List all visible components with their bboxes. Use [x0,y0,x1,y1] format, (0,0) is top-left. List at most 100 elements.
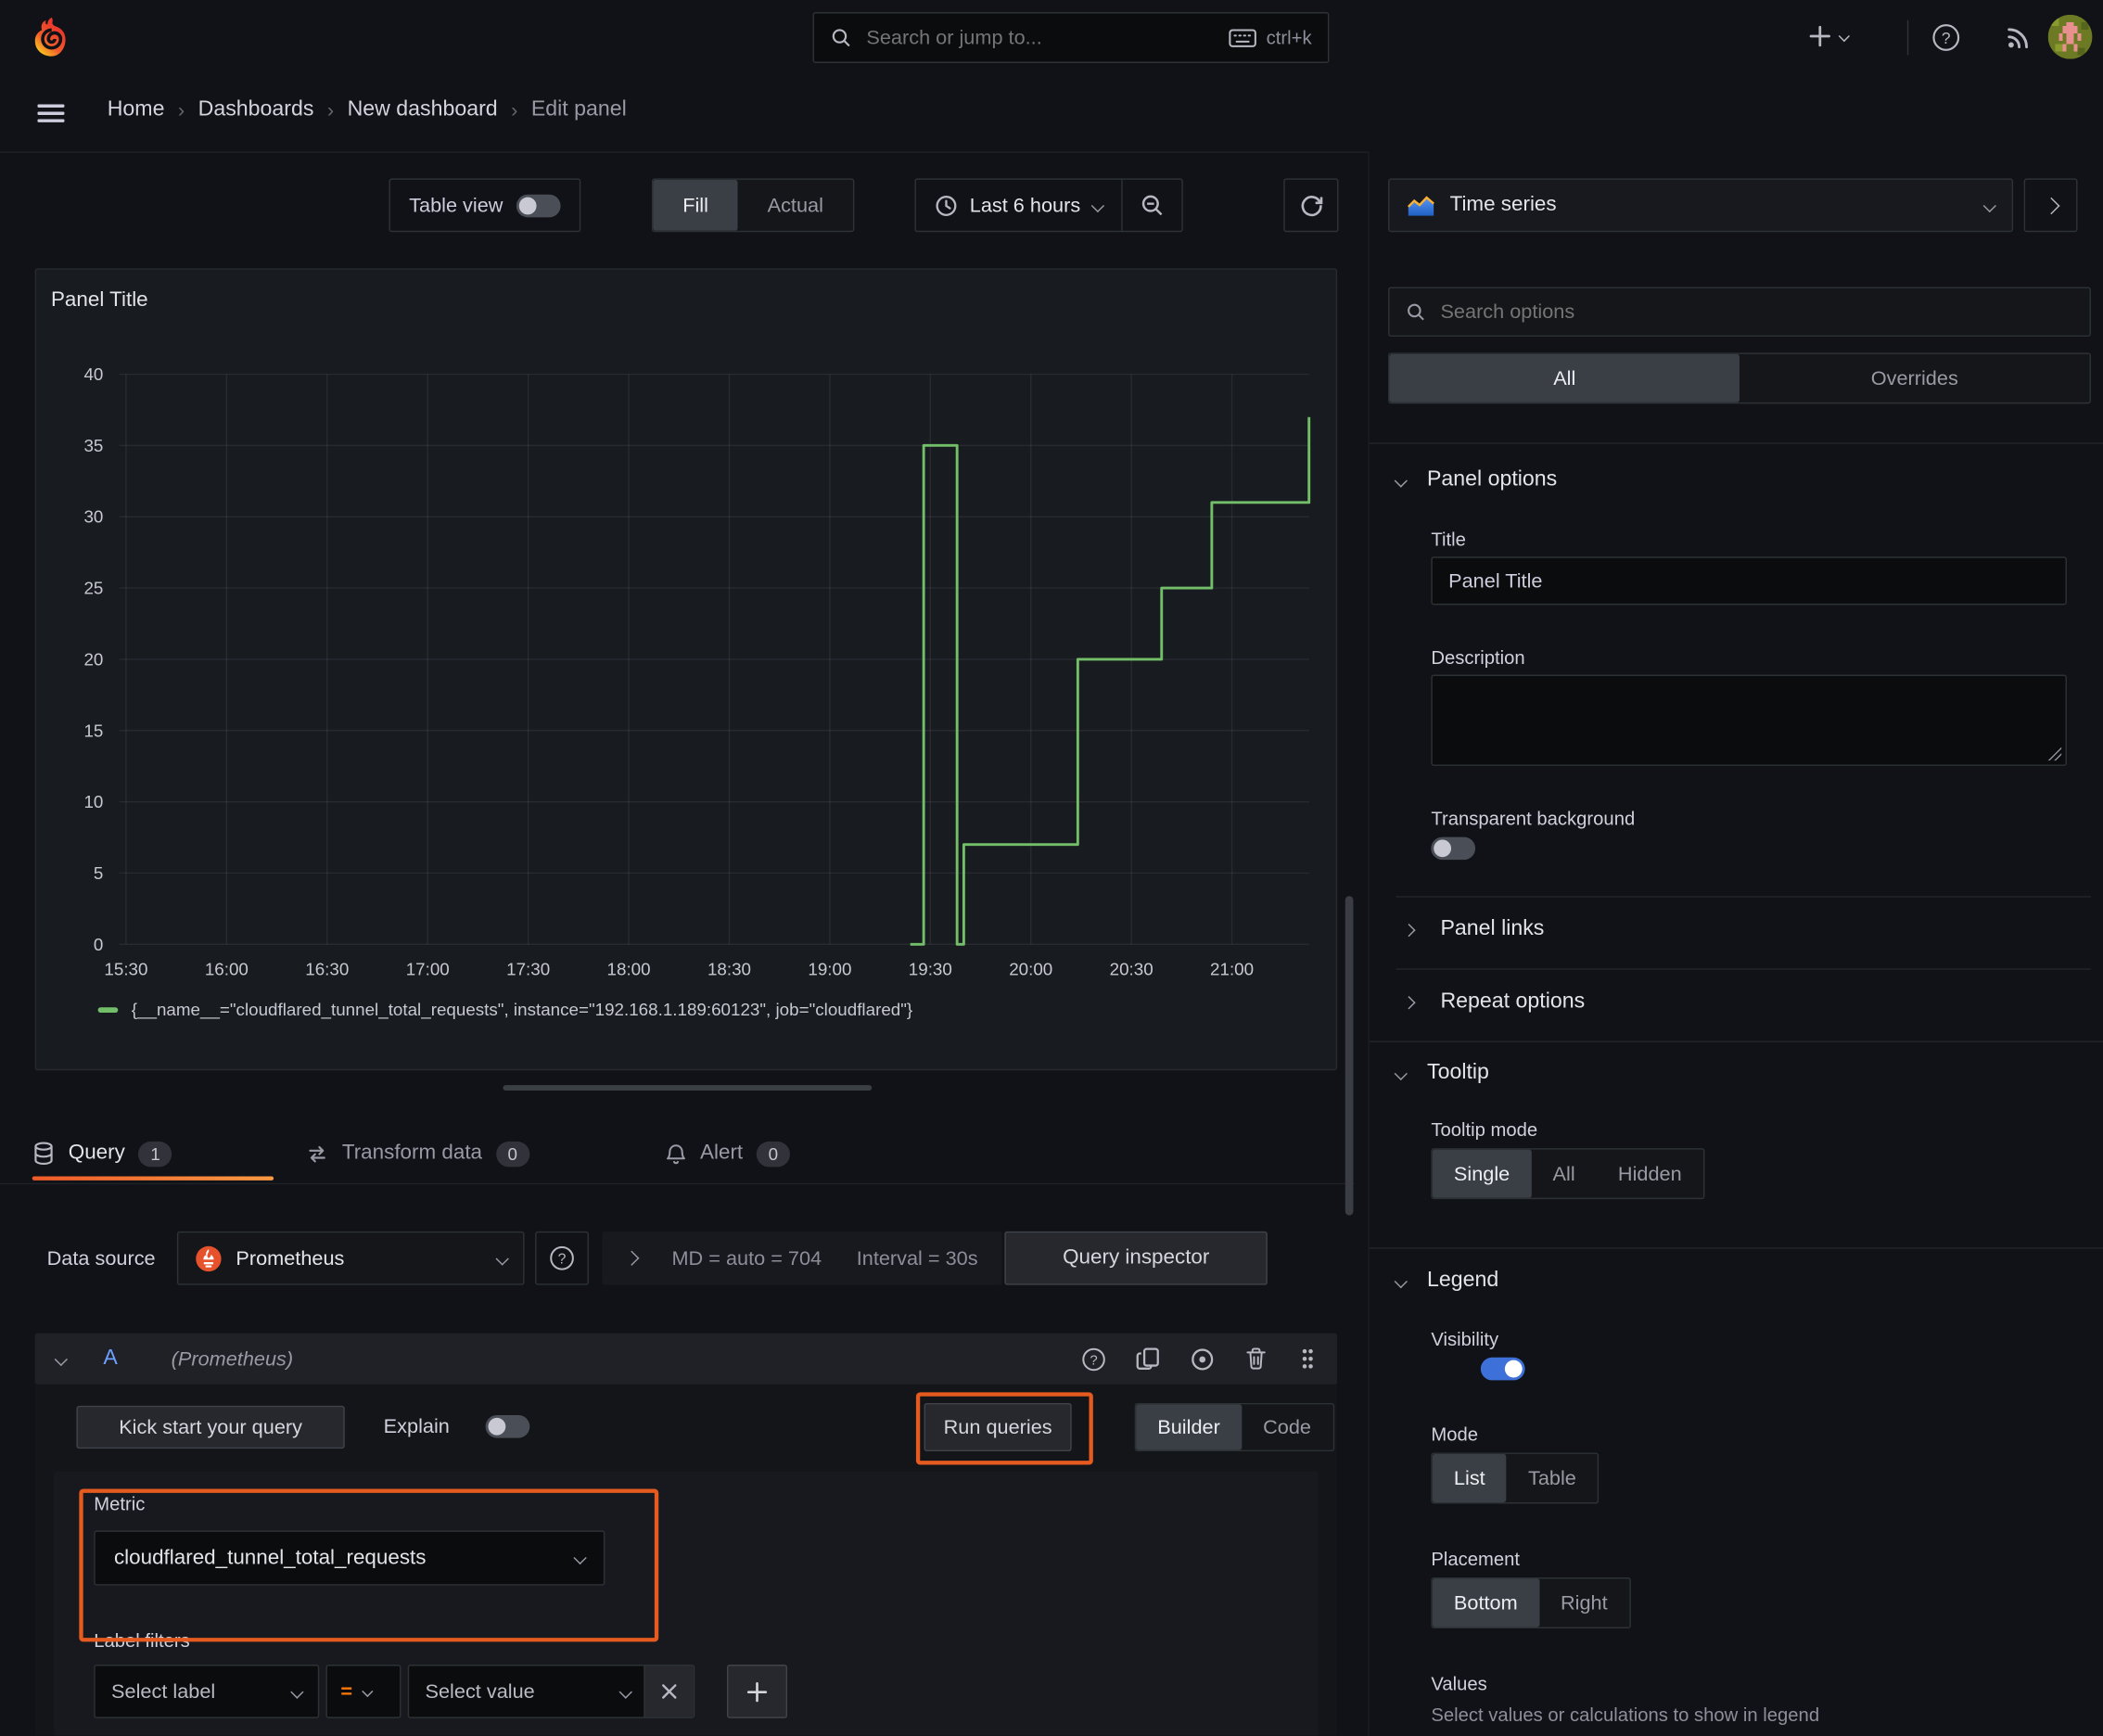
placement-right[interactable]: Right [1539,1578,1629,1627]
panel-title-input[interactable] [1431,556,2067,606]
tooltip-mode-all[interactable]: All [1531,1150,1596,1198]
global-search-input[interactable] [863,24,1230,51]
news-icon[interactable] [2005,24,2032,51]
table-view-toggle[interactable] [516,194,561,217]
y-tick-label: 25 [83,579,103,598]
query-inspector-button[interactable]: Query inspector [1004,1231,1268,1285]
y-tick-label: 0 [94,935,103,954]
user-avatar[interactable] [2047,14,2093,59]
legend-mode-switch: List Table [1431,1452,1600,1504]
panel-links-header[interactable]: Panel links [1402,917,1544,941]
table-view-control[interactable]: Table view [389,178,581,233]
breadcrumb-new-dashboard[interactable]: New dashboard [348,98,498,122]
transparent-background-label: Transparent background [1431,807,1636,829]
kickstart-query-button[interactable]: Kick start your query [76,1405,345,1449]
eye-icon[interactable] [1190,1346,1215,1371]
resize-drag-handle[interactable] [503,1085,873,1091]
explain-toggle[interactable] [485,1414,530,1438]
x-tick-label: 16:30 [305,960,349,979]
timeseries-icon [1407,194,1434,217]
placement-bottom[interactable]: Bottom [1432,1578,1539,1628]
fill-actual-switch: Fill Actual [651,178,855,233]
description-textarea[interactable] [1431,674,2067,766]
collapse-pane-button[interactable] [2023,178,2078,233]
timeseries-chart[interactable]: 0 5 10 15 20 25 30 35 40 15:30 16:00 16:30 17:00 17:3… [55,337,1322,994]
legend-header[interactable]: Legend [1394,1269,1498,1293]
tab-transform[interactable]: Transform data 0 [306,1130,529,1178]
y-tick-label: 5 [94,863,103,883]
select-value-dropdown[interactable]: Select value [407,1665,695,1718]
visualization-picker[interactable]: Time series [1388,178,2014,233]
top-nav-bar: ctrl+k ? [0,0,2103,77]
tab-overrides[interactable]: Overrides [1740,354,2090,402]
transparent-background-toggle[interactable] [1431,836,1476,861]
legend-mode-list[interactable]: List [1432,1453,1507,1502]
refresh-button[interactable] [1283,178,1339,233]
svg-text:?: ? [1090,1352,1097,1368]
chevron-down-icon [1394,473,1408,487]
operator-dropdown[interactable]: = [325,1665,401,1718]
repeat-options-header[interactable]: Repeat options [1402,989,1585,1014]
y-tick-label: 30 [83,507,103,527]
x-tick-label: 15:30 [104,960,147,979]
grafana-logo-icon[interactable] [30,15,74,59]
tab-transform-count: 0 [495,1141,529,1167]
textarea-resize-handle[interactable] [2047,747,2062,761]
help-icon[interactable]: ? [1931,23,1961,53]
options-search-box[interactable] [1388,287,2091,338]
time-range-button[interactable]: Last 6 hours [916,180,1121,231]
menu-icon[interactable] [37,103,65,123]
tooltip-header[interactable]: Tooltip [1394,1061,1489,1085]
breadcrumb-dashboards[interactable]: Dashboards [198,98,314,122]
visibility-toggle[interactable] [1481,1357,1526,1381]
x-tick-label: 19:00 [808,960,851,979]
collapse-query-icon[interactable] [54,1352,68,1366]
datasource-help-button[interactable]: ? [534,1231,589,1285]
options-search-input[interactable] [1437,299,2074,326]
legend-mode-table[interactable]: Table [1507,1454,1598,1502]
query-row-header[interactable]: A (Prometheus) ? [34,1333,1338,1385]
database-icon [32,1142,56,1166]
actual-option[interactable]: Actual [738,180,853,231]
legend-series-swatch[interactable] [97,1006,119,1013]
add-new-button[interactable] [1808,24,1850,48]
legend-series-label[interactable]: {__name__="cloudflared_tunnel_total_requ… [132,1000,912,1020]
chart-legend[interactable]: {__name__="cloudflared_tunnel_total_requ… [97,1000,913,1020]
metric-select[interactable]: cloudflared_tunnel_total_requests [94,1530,605,1586]
select-label-placeholder: Select label [111,1679,216,1704]
tab-query[interactable]: Query 1 [32,1130,172,1178]
main-scrollbar-thumb[interactable] [1345,896,1354,1216]
select-label-dropdown[interactable]: Select label [94,1665,320,1718]
add-filter-button[interactable] [726,1665,788,1718]
tab-alert[interactable]: Alert 0 [665,1130,791,1178]
values-label: Values [1431,1672,1487,1694]
table-view-label: Table view [409,194,503,217]
visibility-label: Visibility [1431,1327,1499,1350]
topbar-divider [1906,19,1909,56]
tooltip-mode-hidden[interactable]: Hidden [1597,1150,1703,1198]
panel-options-header[interactable]: Panel options [1394,468,1557,492]
panel-title[interactable]: Panel Title [51,288,148,313]
tab-all[interactable]: All [1389,353,1740,402]
tab-query-label: Query [68,1141,125,1165]
editor-tabs-bar: Query 1 Transform data 0 Alert 0 [0,1121,1355,1185]
fill-option[interactable]: Fill [653,179,738,231]
global-search-box[interactable]: ctrl+k [812,12,1330,63]
trash-icon[interactable] [1244,1347,1268,1371]
tooltip-mode-single[interactable]: Single [1432,1149,1532,1198]
query-help-icon[interactable]: ? [1081,1346,1106,1371]
options-pane: Time series All Overrides Panel options … [1368,151,2103,1736]
code-option[interactable]: Code [1242,1404,1332,1449]
run-queries-button[interactable]: Run queries [924,1402,1072,1452]
builder-option[interactable]: Builder [1136,1404,1242,1450]
query-ref-id[interactable]: A [103,1347,117,1371]
remove-filter-button[interactable] [644,1666,694,1717]
zoom-out-button[interactable] [1122,180,1181,231]
breadcrumb-home[interactable]: Home [108,98,165,122]
x-tick-label: 19:30 [909,960,952,979]
drag-handle-icon[interactable] [1300,1347,1316,1371]
data-source-picker[interactable]: Prometheus [176,1231,525,1285]
tab-query-count: 1 [138,1141,172,1167]
chevron-right-icon[interactable] [623,1250,640,1266]
duplicate-query-icon[interactable] [1136,1347,1160,1371]
